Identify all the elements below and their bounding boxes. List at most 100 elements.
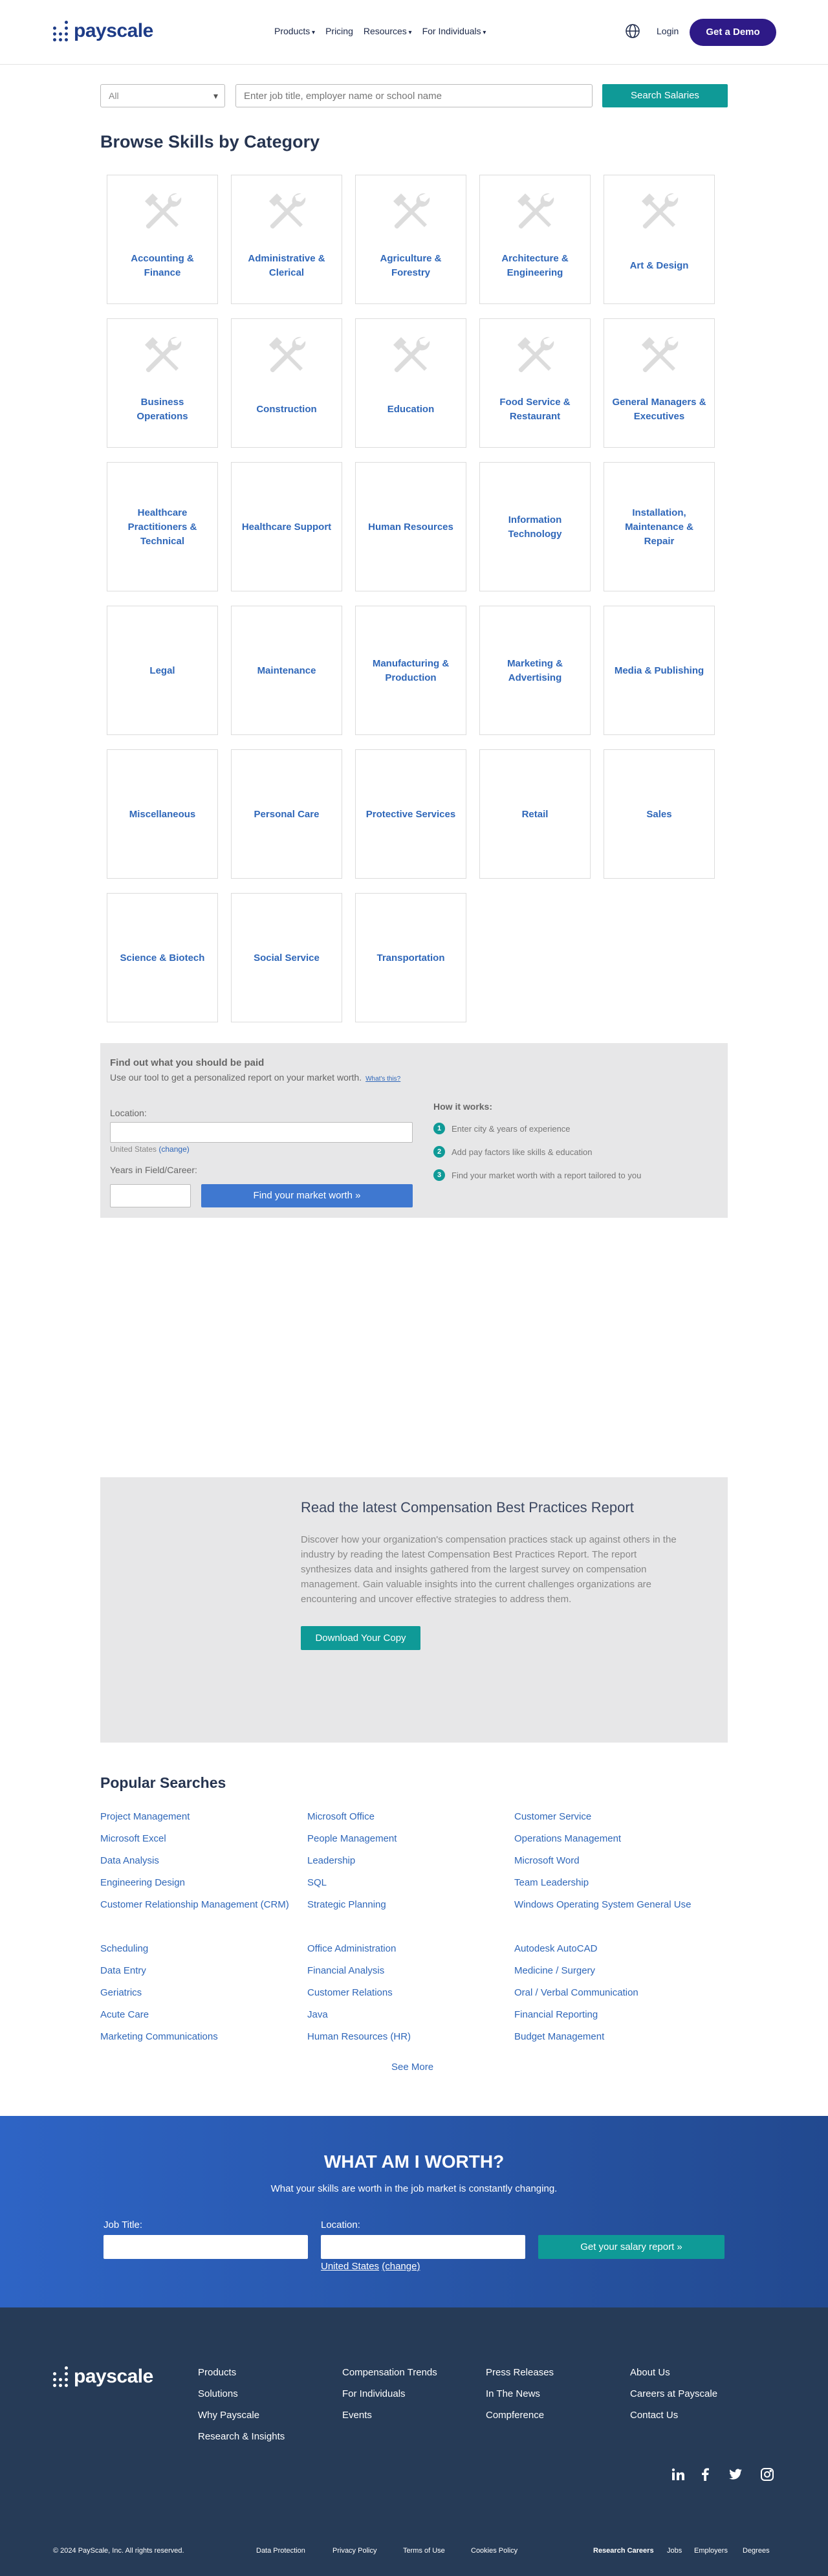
nav-for-individuals[interactable]: For Individuals [422,26,486,36]
popular-search-link[interactable]: SQL [307,1877,514,1899]
research-careers-link[interactable]: Research Careers [593,2547,654,2555]
download-copy-button[interactable]: Download Your Copy [301,1626,420,1650]
popular-search-link[interactable]: Medicine / Surgery [514,1965,728,1987]
category-card[interactable]: General Managers & Executives [604,318,715,448]
popular-search-link[interactable]: Oral / Verbal Communication [514,1987,728,2009]
nav-products[interactable]: Products [274,26,315,36]
popular-search-link[interactable]: Strategic Planning [307,1899,514,1943]
popular-search-link[interactable]: Autodesk AutoCAD [514,1943,728,1965]
popular-search-link[interactable]: Human Resources (HR) [307,2031,514,2053]
category-card[interactable]: Personal Care [231,749,342,879]
change-location-link[interactable]: (change) [158,1145,189,1154]
category-card[interactable]: Architecture & Engineering [479,175,591,304]
category-card[interactable]: Media & Publishing [604,606,715,735]
footer-link[interactable]: In The News [486,2388,554,2399]
popular-search-link[interactable]: Data Entry [100,1965,307,1987]
category-card[interactable]: Legal [107,606,218,735]
category-card[interactable]: Installation, Maintenance & Repair [604,462,715,591]
category-card[interactable]: Protective Services [355,749,466,879]
data-protection-link[interactable]: Data Protection [256,2547,305,2555]
location-input[interactable] [321,2235,525,2259]
linkedin-icon[interactable] [670,2467,686,2482]
popular-search-link[interactable]: Financial Analysis [307,1965,514,1987]
job-title-input[interactable] [104,2235,308,2259]
category-card[interactable]: Administrative & Clerical [231,175,342,304]
popular-search-link[interactable]: Leadership [307,1855,514,1877]
footer-link[interactable]: Products [198,2367,285,2378]
popular-search-link[interactable]: Marketing Communications [100,2031,307,2053]
search-input[interactable] [235,84,593,107]
privacy-policy-link[interactable]: Privacy Policy [332,2547,376,2555]
instagram-icon[interactable] [759,2467,775,2482]
popular-search-link[interactable]: Microsoft Word [514,1855,728,1877]
category-card[interactable]: Art & Design [604,175,715,304]
popular-search-link[interactable]: Office Administration [307,1943,514,1965]
footer-link[interactable]: Press Releases [486,2367,554,2378]
popular-search-link[interactable]: People Management [307,1833,514,1855]
category-card[interactable]: Agriculture & Forestry [355,175,466,304]
footer-link[interactable]: Compensation Trends [342,2367,437,2378]
whats-this-link[interactable]: What's this? [365,1075,400,1083]
popular-search-link[interactable]: Data Analysis [100,1855,307,1877]
popular-search-link[interactable]: Operations Management [514,1833,728,1855]
category-card[interactable]: Food Service & Restaurant [479,318,591,448]
footer-link[interactable]: For Individuals [342,2388,437,2399]
get-salary-report-button[interactable]: Get your salary report » [538,2235,724,2259]
find-market-worth-button[interactable]: Find your market worth » [201,1184,413,1207]
nav-resources[interactable]: Resources [364,26,412,36]
category-card[interactable]: Sales [604,749,715,879]
category-card[interactable]: Business Operations [107,318,218,448]
category-card[interactable]: Retail [479,749,591,879]
get-a-demo-button[interactable]: Get a Demo [690,19,776,46]
footer-link[interactable]: Careers at Payscale [630,2388,717,2399]
globe-icon[interactable] [625,23,640,39]
popular-search-link[interactable]: Microsoft Excel [100,1833,307,1855]
facebook-icon[interactable] [697,2467,713,2482]
footer-link[interactable]: Events [342,2410,437,2421]
footer-link[interactable]: Why Payscale [198,2410,285,2421]
years-input[interactable] [110,1184,191,1207]
category-card[interactable]: Miscellaneous [107,749,218,879]
see-more-link[interactable]: See More [391,2062,433,2073]
popular-search-link[interactable]: Team Leadership [514,1877,728,1899]
popular-search-link[interactable]: Customer Relations [307,1987,514,2009]
popular-search-link[interactable]: Project Management [100,1811,307,1833]
employers-link[interactable]: Employers [694,2547,728,2555]
popular-search-link[interactable]: Budget Management [514,2031,728,2053]
category-card[interactable]: Maintenance [231,606,342,735]
popular-search-link[interactable]: Customer Service [514,1811,728,1833]
popular-search-link[interactable]: Acute Care [100,2009,307,2031]
popular-search-link[interactable]: Microsoft Office [307,1811,514,1833]
category-card[interactable]: Accounting & Finance [107,175,218,304]
degrees-link[interactable]: Degrees [743,2547,770,2555]
category-card[interactable]: Human Resources [355,462,466,591]
category-card[interactable]: Social Service [231,893,342,1022]
popular-search-link[interactable]: Customer Relationship Management (CRM) [100,1899,307,1943]
category-card[interactable]: Education [355,318,466,448]
footer-logo[interactable]: payscale [53,2366,153,2388]
footer-link[interactable]: Compference [486,2410,554,2421]
footer-link[interactable]: Solutions [198,2388,285,2399]
category-card[interactable]: Transportation [355,893,466,1022]
search-salaries-button[interactable]: Search Salaries [602,84,728,107]
login-link[interactable]: Login [657,26,679,36]
terms-of-use-link[interactable]: Terms of Use [403,2547,445,2555]
category-card[interactable]: Marketing & Advertising [479,606,591,735]
category-card[interactable]: Healthcare Practitioners & Technical [107,462,218,591]
jobs-link[interactable]: Jobs [667,2547,682,2555]
footer-link[interactable]: About Us [630,2367,717,2378]
category-card[interactable]: Manufacturing & Production [355,606,466,735]
popular-search-link[interactable]: Financial Reporting [514,2009,728,2031]
location-input[interactable] [110,1122,413,1143]
search-filter-select[interactable]: All [100,84,225,107]
popular-search-link[interactable]: Engineering Design [100,1877,307,1899]
cookies-policy-link[interactable]: Cookies Policy [471,2547,518,2555]
category-card[interactable]: Construction [231,318,342,448]
popular-search-link[interactable]: Windows Operating System General Use [514,1899,728,1943]
category-card[interactable]: Information Technology [479,462,591,591]
footer-link[interactable]: Contact Us [630,2410,717,2421]
change-location-link[interactable]: (change) [382,2261,420,2272]
popular-search-link[interactable]: Java [307,2009,514,2031]
popular-search-link[interactable]: Geriatrics [100,1987,307,2009]
footer-link[interactable]: Research & Insights [198,2431,285,2442]
